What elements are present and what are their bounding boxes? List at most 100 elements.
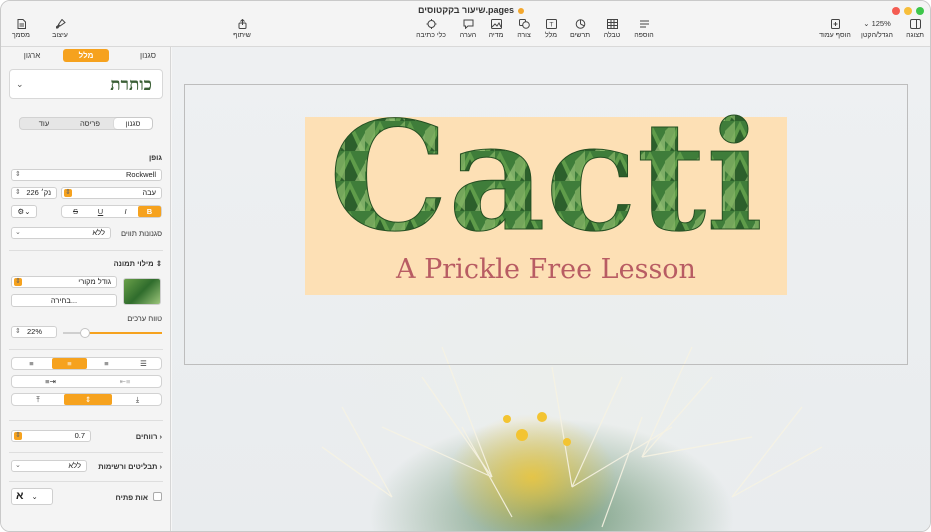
- divider: [9, 250, 163, 251]
- spacing-field[interactable]: 0.7 ⇕: [11, 430, 91, 442]
- align-top-button[interactable]: ⤒: [14, 394, 62, 405]
- document-canvas[interactable]: Cacti A Prickle Free Lesson: [172, 47, 930, 531]
- italic-button[interactable]: I: [114, 206, 137, 217]
- vertical-alignment-buttons: ⤓ ⇕ ⤒: [11, 393, 162, 406]
- comment-icon: [463, 19, 474, 29]
- character-styles-label: סגנונות תווים: [120, 229, 162, 238]
- subtab-layout[interactable]: פריסה: [68, 118, 112, 129]
- title-text: Cacti: [329, 91, 763, 241]
- gear-icon: ⚙⌄: [17, 207, 31, 216]
- toolbar-view-button[interactable]: תצוגה: [903, 19, 927, 39]
- chevron-updown-icon: ⇕: [64, 189, 72, 197]
- character-styles-popup[interactable]: ללא ⌄: [11, 227, 111, 239]
- tonal-range-label: טווח ערכים: [127, 314, 162, 323]
- minimize-window-button[interactable]: [904, 7, 912, 15]
- align-bottom-button[interactable]: ⤓: [114, 394, 161, 405]
- add-page-icon: [830, 19, 841, 29]
- tab-text[interactable]: מלל: [63, 49, 109, 62]
- bullets-label[interactable]: תבליטים ורשימות ›: [98, 462, 162, 471]
- justify-button[interactable]: ☰: [126, 358, 161, 369]
- chevron-updown-icon: ⇕: [15, 171, 21, 178]
- font-size-field[interactable]: 226 נק׳ ⇕: [11, 187, 57, 199]
- tab-arrange[interactable]: ארגון: [9, 49, 55, 62]
- tonal-range-field[interactable]: 22% ⇕: [11, 326, 57, 338]
- bullets-popup[interactable]: ללא ⌄: [11, 460, 87, 472]
- media-icon: [490, 19, 502, 29]
- decrease-indent-button[interactable]: ⇤≡: [89, 376, 161, 387]
- toolbar-shape-button[interactable]: צורה: [513, 19, 535, 39]
- chevron-down-icon: ⌄: [31, 492, 38, 501]
- edited-dot-icon: [518, 7, 524, 14]
- pages-window: שיעור בקקטוסים.pages תצוגה ⌄ 125% הגדל/ה…: [0, 0, 931, 532]
- align-left-button[interactable]: ≡: [14, 358, 49, 369]
- choose-image-button[interactable]: בחירה...: [11, 294, 117, 307]
- toolbar-writing-tools-button[interactable]: כלי כתיבה: [413, 19, 449, 39]
- paintbrush-icon: [55, 19, 66, 29]
- chevron-right-icon: ›: [159, 432, 163, 441]
- subtitle-text[interactable]: A Prickle Free Lesson: [305, 254, 787, 285]
- tab-style[interactable]: סגנון: [125, 49, 171, 62]
- toolbar-insert-button[interactable]: הוספה: [631, 19, 657, 39]
- image-fill-label[interactable]: מילוי תמונה ⇕: [114, 259, 162, 268]
- toolbar-format-button[interactable]: עיצוב: [41, 17, 79, 39]
- increase-indent-button[interactable]: ≡⇥: [14, 376, 87, 387]
- slider-knob[interactable]: [80, 328, 90, 338]
- bold-button[interactable]: B: [138, 206, 161, 217]
- divider: [9, 481, 163, 482]
- divider: [9, 349, 163, 350]
- spacing-label[interactable]: רווחים ›: [136, 432, 162, 441]
- toolbar-add-page-button[interactable]: הוסף עמוד: [817, 19, 853, 39]
- cacti-title[interactable]: Cacti: [305, 91, 787, 241]
- image-fill-popup[interactable]: גודל מקורי ⇕: [11, 276, 117, 288]
- chart-icon: [575, 19, 586, 29]
- toolbar-document-button[interactable]: מסמך: [9, 19, 33, 39]
- font-weight-popup[interactable]: עבה ⇕: [61, 187, 162, 199]
- align-middle-button[interactable]: ⇕: [64, 394, 112, 405]
- align-right-button[interactable]: ≡: [89, 358, 124, 369]
- chevron-down-icon: ⌄: [863, 19, 870, 28]
- subtab-more[interactable]: עוד: [22, 118, 66, 129]
- title-text-box[interactable]: Cacti A Prickle Free Lesson: [305, 91, 787, 295]
- alignment-buttons: ☰ ≡ ≡ ≡: [11, 357, 162, 370]
- toolbar-share-button[interactable]: שיתוף: [229, 19, 255, 39]
- underline-button[interactable]: U: [89, 206, 112, 217]
- font-name-popup[interactable]: Rockwell ⇕: [11, 169, 162, 181]
- toolbar-text-button[interactable]: T מלל: [541, 19, 561, 39]
- font-style-buttons: B I U S: [61, 205, 162, 218]
- toolbar-media-button[interactable]: מדיה: [485, 19, 507, 39]
- advanced-options-button[interactable]: ⚙⌄: [11, 205, 37, 218]
- chevron-updown-icon: ⇕: [14, 278, 22, 286]
- toolbar-table-button[interactable]: טבלה: [601, 19, 623, 39]
- toolbar-zoom-button[interactable]: ⌄ 125% הגדל/הקטן: [857, 19, 897, 39]
- zoom-value: ⌄ 125%: [863, 19, 891, 28]
- close-window-button[interactable]: [892, 7, 900, 15]
- paragraph-style-name: כותרת: [110, 75, 152, 95]
- drop-cap-checkbox[interactable]: [153, 492, 162, 501]
- subtab-style[interactable]: סגנון: [114, 118, 152, 129]
- align-center-button[interactable]: ≡: [52, 358, 87, 369]
- toolbar-comment-button[interactable]: הערה: [457, 19, 479, 39]
- toolbar-chart-button[interactable]: תרשים: [567, 19, 593, 39]
- shape-icon: [518, 19, 530, 29]
- font-section-label: גופן: [148, 153, 162, 162]
- sidebar-icon: [909, 19, 921, 29]
- strikethrough-button[interactable]: S: [64, 206, 87, 217]
- image-fill-thumbnail[interactable]: [123, 278, 161, 305]
- chevron-down-icon: ⌄: [15, 229, 21, 236]
- sidebar-tabs: סגנון מלל ארגון: [9, 49, 163, 62]
- document-icon: [16, 19, 27, 29]
- stepper-icon: ⇕: [15, 328, 21, 335]
- chevron-updown-icon: ⇕: [155, 259, 162, 268]
- slider-fill: [85, 332, 162, 334]
- drop-cap-glyph: א: [16, 490, 24, 502]
- paragraph-style-popup[interactable]: כותרת ⌄: [9, 69, 163, 99]
- toolbar: שיעור בקקטוסים.pages תצוגה ⌄ 125% הגדל/ה…: [1, 1, 930, 47]
- insert-icon: [639, 19, 650, 29]
- chevron-down-icon: ⌄: [16, 79, 24, 89]
- drop-cap-style-popup[interactable]: א ⌄: [11, 488, 53, 505]
- divider: [9, 420, 163, 421]
- zoom-window-button[interactable]: [916, 7, 924, 15]
- stepper-icon: ⇕: [15, 189, 21, 196]
- tonal-range-slider[interactable]: [63, 328, 162, 338]
- text-icon: T: [545, 19, 557, 29]
